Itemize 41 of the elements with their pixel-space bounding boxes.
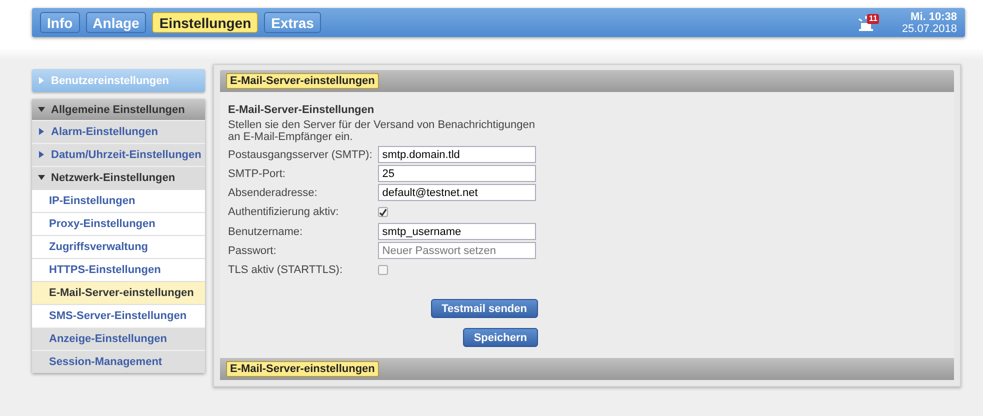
input-field[interactable]: Neuer Passwort setzen [378,242,536,259]
expand-triangle-icon [38,128,45,135]
sidebar-subitem[interactable]: SMS-Server-Einstellungen [32,304,205,327]
sidebar-subitem[interactable]: HTTPS-Einstellungen [32,258,205,281]
action-button[interactable]: Speichern [462,328,538,347]
collapse-triangle-icon [38,174,45,181]
expand-triangle-icon [38,76,45,84]
field-label: SMTP-Port: [228,168,286,180]
action-button[interactable]: Testmail senden [430,299,538,318]
sidebar-folder-item[interactable]: Alarm-Einstellungen [32,120,205,143]
field-label: Absenderadresse: [228,186,318,198]
sidebar-subitem[interactable]: IP-Einstellungen [32,189,205,212]
clock-time: Mi. 10:38 [910,10,957,22]
panel-title-tag: E-Mail-Server-einstellungen [226,73,379,89]
sidebar-subitem[interactable]: E-Mail-Server-einstellungen [32,281,205,304]
field-label: TLS aktiv (STARTTLS): [228,264,344,276]
input-field[interactable]: smtp_username [378,223,536,240]
nav-tab[interactable]: Einstellungen [152,12,258,33]
checkbox[interactable] [378,207,388,217]
field-label: Benutzername: [228,226,304,238]
section-heading: E-Mail-Server-Einstellungen [228,104,376,116]
alarm-count-badge: 11 [866,14,880,24]
clock-date: 25.07.2018 [902,22,957,34]
sidebar-item[interactable]: Session-Management [32,350,205,373]
input-field[interactable]: smtp.domain.tld [378,146,536,163]
panel-footer-tag: E-Mail-Server-einstellungen [226,361,379,377]
sidebar-folder-item[interactable]: Netzwerk-Einstellungen [32,166,205,189]
input-field[interactable]: default@testnet.net [378,184,536,201]
sidebar-item[interactable]: Anzeige-Einstellungen [32,327,205,350]
sidebar-subitem[interactable]: Proxy-Einstellungen [32,212,205,235]
section-description: Stellen sie den Server für der Versand von Benachrichtigungen an E-Mail-Empfänger ein. [228,119,536,143]
field-label: Postausgangsserver (SMTP): [228,148,372,160]
field-label: Passwort: [228,244,278,256]
sidebar-subitem[interactable]: Zugriffsverwaltung [32,235,205,258]
collapse-triangle-icon [38,106,45,112]
checkbox[interactable] [378,265,388,275]
sidebar-group-item[interactable]: Allgemeine Einstellungen [32,99,205,120]
input-field[interactable]: 25 [378,165,536,182]
expand-triangle-icon [38,151,45,158]
sidebar-folder-item[interactable]: Datum/Uhrzeit-Einstellungen [32,143,205,166]
field-label: Authentifizierung aktiv: [228,206,340,218]
